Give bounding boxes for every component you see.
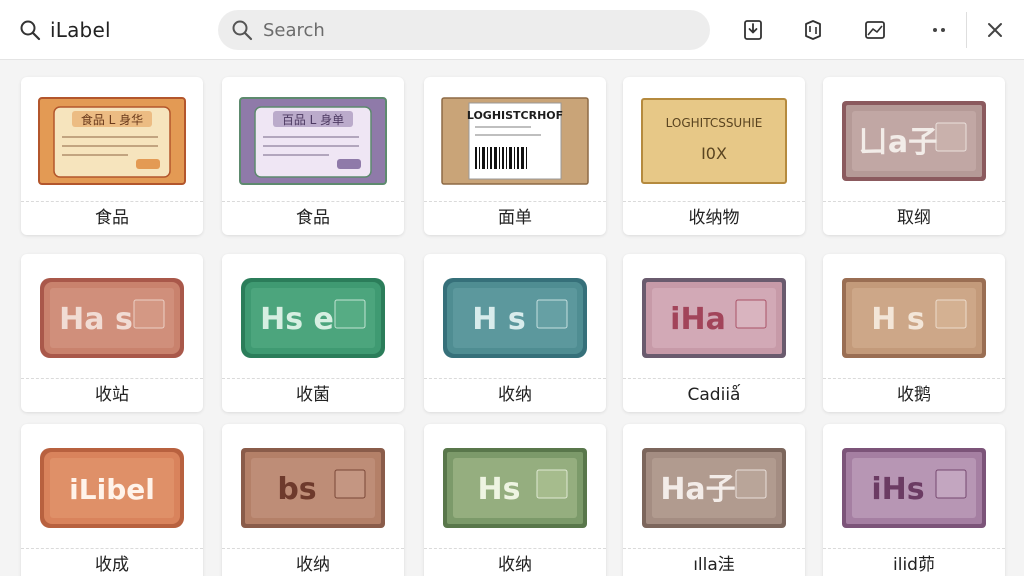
label-text: Ha s [59, 302, 133, 337]
template-caption: 收站 [21, 378, 203, 412]
template-caption: 取纲 [823, 201, 1005, 235]
close-button[interactable] [980, 15, 1010, 45]
label-text: ㄩa子 [858, 125, 938, 160]
template-card[interactable]: LOGHITCSSUHIE I0X 收纳物 [623, 77, 805, 235]
template-thumbnail: Ha子 [623, 424, 805, 548]
app-title: iLabel [50, 18, 111, 42]
template-thumbnail: LOGHISTCRHOF [424, 77, 606, 201]
more-icon [933, 28, 945, 32]
label-preview: 食品 L 身华 [38, 97, 186, 185]
template-thumbnail: 百品 L 身单 [222, 77, 404, 201]
label-preview: H s [840, 274, 988, 362]
label-text: Hs [478, 472, 521, 507]
template-caption: 收纳 [424, 378, 606, 412]
template-thumbnail: bs [222, 424, 404, 548]
label-preview: Hs e [239, 274, 387, 362]
more-button[interactable] [924, 15, 954, 45]
template-card[interactable]: LOGHISTCRHOF 面单 [424, 77, 606, 235]
toolbar-divider [966, 12, 967, 48]
label-text: iHs [871, 472, 924, 507]
label-text: iHa [670, 302, 726, 337]
label-subtitle: I0X [701, 144, 727, 163]
label-title: 百品 L 身单 [282, 112, 344, 127]
image-icon [865, 21, 885, 39]
template-card[interactable]: Ha子 ılla洼 [623, 424, 805, 576]
template-thumbnail: Hs [424, 424, 606, 548]
app-header: iLabel [0, 0, 1024, 60]
label-preview: LOGHITCSSUHIE I0X [640, 97, 788, 185]
template-card[interactable]: iHa Cadiiǻ [623, 254, 805, 412]
label-preview: H s [441, 274, 589, 362]
template-caption: 收成 [21, 548, 203, 576]
brand: iLabel [18, 14, 111, 46]
label-preview: Hs [441, 444, 589, 532]
label-preview: Ha s [38, 274, 186, 362]
package-icon [805, 20, 821, 40]
label-preview: bs [239, 444, 387, 532]
template-thumbnail: H s [424, 254, 606, 378]
image-button[interactable] [860, 15, 890, 45]
template-caption: Cadiiǻ [623, 378, 805, 412]
template-card[interactable]: H s 收纳 [424, 254, 606, 412]
template-caption: ilid茆 [823, 548, 1005, 576]
template-thumbnail: Hs e [222, 254, 404, 378]
search-input[interactable] [263, 19, 683, 41]
label-preview: iHs [840, 444, 988, 532]
template-caption: 收纳 [424, 548, 606, 576]
template-card[interactable]: iLibel 收成 [21, 424, 203, 576]
label-preview: Ha子 [640, 444, 788, 532]
template-thumbnail: iHa [623, 254, 805, 378]
close-icon [988, 23, 1002, 37]
template-thumbnail: iHs [823, 424, 1005, 548]
label-preview: iLibel [38, 444, 186, 532]
label-text: bs [277, 472, 316, 507]
template-card[interactable]: 百品 L 身单 食品 [222, 77, 404, 235]
template-card[interactable]: Ha s 收站 [21, 254, 203, 412]
import-button[interactable] [738, 15, 768, 45]
template-thumbnail: LOGHITCSSUHIE I0X [623, 77, 805, 201]
label-preview: LOGHISTCRHOF [441, 97, 589, 185]
label-title: LOGHISTCRHOF [467, 109, 563, 122]
template-caption: 食品 [21, 201, 203, 235]
label-text: H s [472, 302, 525, 337]
template-thumbnail: 食品 L 身华 [21, 77, 203, 201]
label-text: Ha子 [660, 472, 735, 507]
template-thumbnail: ㄩa子 [823, 77, 1005, 201]
template-thumbnail: iLibel [21, 424, 203, 548]
label-text: Hs e [260, 302, 334, 337]
label-title: LOGHITCSSUHIE [666, 116, 763, 130]
template-caption: 食品 [222, 201, 404, 235]
template-card[interactable]: ㄩa子 取纲 [823, 77, 1005, 235]
search-icon [232, 20, 253, 41]
template-caption: ılla洼 [623, 548, 805, 576]
label-text: iLibel [69, 473, 155, 506]
template-caption: 收纳 [222, 548, 404, 576]
search-bar[interactable] [218, 10, 710, 50]
import-icon [744, 20, 762, 40]
template-card[interactable]: H s 收鹅 [823, 254, 1005, 412]
label-preview: iHa [640, 274, 788, 362]
template-card[interactable]: Hs 收纳 [424, 424, 606, 576]
template-thumbnail: H s [823, 254, 1005, 378]
template-card[interactable]: Hs e 收菌 [222, 254, 404, 412]
label-preview: ㄩa子 [840, 97, 988, 185]
template-caption: 收菌 [222, 378, 404, 412]
label-title: 食品 L 身华 [81, 112, 143, 127]
search-icon[interactable] [18, 18, 42, 42]
label-text: H s [871, 302, 924, 337]
template-caption: 面单 [424, 201, 606, 235]
template-caption: 收纳物 [623, 201, 805, 235]
template-card[interactable]: iHs ilid茆 [823, 424, 1005, 576]
label-preview: 百品 L 身单 [239, 97, 387, 185]
template-card[interactable]: bs 收纳 [222, 424, 404, 576]
template-card[interactable]: 食品 L 身华 食品 [21, 77, 203, 235]
package-button[interactable] [798, 15, 828, 45]
template-thumbnail: Ha s [21, 254, 203, 378]
template-caption: 收鹅 [823, 378, 1005, 412]
